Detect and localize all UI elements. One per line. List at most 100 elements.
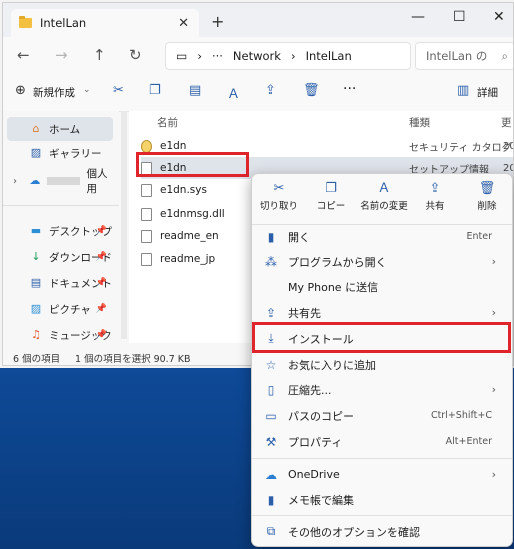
sidebar-item-onedrive[interactable]: › ☁ 個人用 xyxy=(7,168,113,195)
sidebar-item-desktop[interactable]: ▬ デスクトップ 📌 xyxy=(7,219,113,243)
search-icon: ⌕ xyxy=(501,48,508,63)
menu-cut-button[interactable]: ✂ 切り取り xyxy=(254,180,304,220)
menu-item-send-to-phone[interactable]: My Phone に送信 xyxy=(256,274,508,299)
close-button[interactable]: ✕ xyxy=(493,9,505,25)
file-name: e1dn.sys xyxy=(160,184,207,196)
shortcut-label: Ctrl+Shift+C xyxy=(430,410,492,421)
minimize-button[interactable]: — xyxy=(411,9,425,25)
cut-icon[interactable]: ✂ xyxy=(113,83,124,98)
back-arrow-icon[interactable]: ← xyxy=(17,46,30,64)
sidebar-item-music[interactable]: ♫ ミュージック 📌 xyxy=(7,323,113,347)
new-tab-button[interactable]: + xyxy=(211,12,224,31)
dll-file-icon xyxy=(141,207,152,221)
menu-item-add-favorite[interactable]: ☆ お気に入りに追加 xyxy=(256,352,508,377)
details-pane-icon[interactable]: ▥ xyxy=(457,83,469,98)
column-header-name[interactable]: 名前 xyxy=(157,115,178,130)
share-icon: ⇪ xyxy=(429,181,441,196)
star-icon: ☆ xyxy=(265,357,277,372)
menu-item-label: 共有先 xyxy=(288,306,321,320)
zip-icon: ▯ xyxy=(267,382,275,397)
sidebar-item-pictures[interactable]: ▨ ピクチャ 📌 xyxy=(7,297,113,321)
cut-icon: ✂ xyxy=(273,181,285,196)
onedrive-icon: ☁ xyxy=(29,174,41,187)
sidebar-item-home[interactable]: ⌂ ホーム xyxy=(7,117,113,141)
menu-delete-button[interactable]: 🗑 削除 xyxy=(462,180,512,220)
pin-icon: 📌 xyxy=(95,278,107,288)
desktop-icon: ▬ xyxy=(30,224,42,237)
address-separator: › xyxy=(290,49,296,63)
up-arrow-icon[interactable]: ↑ xyxy=(93,46,106,64)
chevron-right-icon: › xyxy=(491,383,496,396)
sidebar-item-downloads[interactable]: ↓ ダウンロード 📌 xyxy=(7,245,113,269)
sidebar-item-label: ギャラリー xyxy=(49,147,102,160)
menu-item-copy-path[interactable]: ▭ パスのコピー Ctrl+Shift+C xyxy=(256,403,508,428)
document-icon: ▤ xyxy=(30,276,42,289)
menu-item-more-options[interactable]: ⧉ その他のオプションを確認 xyxy=(256,519,508,544)
menu-item-label: プログラムから開く xyxy=(288,255,387,269)
folder-icon xyxy=(19,16,32,28)
menu-divider xyxy=(252,458,512,459)
copy-icon[interactable]: ❐ xyxy=(149,83,161,98)
command-bar: ⊕ 新規作成 ⌄ ✂ ❐ ▤ Ａ ⇪ 🗑 ··· ▥ 詳細 xyxy=(3,73,513,112)
more-options-icon: ⧉ xyxy=(266,524,276,538)
text-file-icon xyxy=(141,229,152,243)
share-icon[interactable]: ⇪ xyxy=(265,83,276,98)
address-more-icon[interactable]: ··· xyxy=(212,49,223,63)
column-header-modified[interactable]: 更 xyxy=(501,115,512,130)
menu-item-open-with[interactable]: ⁂ プログラムから開く › xyxy=(256,249,508,274)
file-type: セキュリティ カタログ xyxy=(409,142,512,154)
redacted-name xyxy=(46,177,81,185)
quick-action-label: 切り取り xyxy=(259,201,298,212)
sidebar-item-documents[interactable]: ▤ ドキュメント 📌 xyxy=(7,271,113,295)
sidebar-item-gallery[interactable]: ▨ ギャラリー xyxy=(7,141,113,165)
menu-share-button[interactable]: ⇪ 共有 xyxy=(410,180,460,220)
install-highlight xyxy=(252,322,511,353)
tab-close-icon[interactable]: ✕ xyxy=(178,16,189,31)
rename-icon[interactable]: Ａ xyxy=(227,83,240,102)
pin-icon: 📌 xyxy=(95,226,107,236)
column-header-type[interactable]: 種類 xyxy=(409,115,430,130)
file-name: readme_jp xyxy=(160,253,216,265)
tab-intellan[interactable]: IntelLan ✕ xyxy=(11,9,199,37)
more-options-icon[interactable]: ··· xyxy=(343,81,356,97)
details-button[interactable]: 詳細 xyxy=(477,85,498,100)
copy-path-icon: ▭ xyxy=(265,408,277,423)
menu-item-compress[interactable]: ▯ 圧縮先... › xyxy=(256,377,508,402)
menu-copy-button[interactable]: ❐ コピー xyxy=(306,180,356,220)
menu-item-label: 開く xyxy=(288,230,310,244)
breadcrumb-network[interactable]: Network xyxy=(233,49,281,63)
notepad-icon: ▮ xyxy=(267,492,275,507)
menu-item-label: OneDrive xyxy=(288,468,340,481)
context-menu: ✂ 切り取り ❐ コピー Ａ 名前の変更 ⇪ 共有 🗑 削除 ▮ 開く Ente… xyxy=(251,173,513,547)
quick-action-label: 削除 xyxy=(477,201,497,212)
menu-divider xyxy=(252,515,512,516)
maximize-button[interactable]: ☐ xyxy=(453,9,466,25)
file-modified: 20 xyxy=(503,162,513,174)
rename-icon: Ａ xyxy=(377,181,391,196)
breadcrumb-intellan[interactable]: IntelLan xyxy=(306,49,352,63)
sidebar-item-label: ピクチャ xyxy=(49,303,91,316)
menu-item-edit-notepad[interactable]: ▮ メモ帳で編集 xyxy=(256,487,508,512)
menu-item-open[interactable]: ▮ 開く Enter xyxy=(256,224,508,249)
delete-icon: 🗑 xyxy=(478,181,496,196)
paste-icon[interactable]: ▤ xyxy=(189,83,201,98)
refresh-icon[interactable]: ↻ xyxy=(129,46,142,64)
chevron-right-icon: › xyxy=(491,306,496,319)
delete-icon[interactable]: 🗑 xyxy=(303,83,320,98)
forward-arrow-icon[interactable]: → xyxy=(55,46,68,64)
menu-rename-button[interactable]: Ａ 名前の変更 xyxy=(356,180,412,220)
new-button[interactable]: 新規作成 xyxy=(33,85,75,100)
selected-file-highlight xyxy=(136,152,249,177)
search-box[interactable]: IntelLan の ⌕ xyxy=(415,42,513,70)
menu-item-properties[interactable]: ⚒ プロパティ Alt+Enter xyxy=(256,429,508,454)
menu-item-onedrive[interactable]: ☁ OneDrive › xyxy=(256,462,508,487)
chevron-down-icon: ⌄ xyxy=(83,85,91,95)
sidebar-scrollbar[interactable] xyxy=(121,111,127,339)
menu-item-label: お気に入りに追加 xyxy=(288,358,376,372)
computer-icon: ▭ xyxy=(176,49,188,63)
text-file-icon xyxy=(141,252,152,266)
wrench-icon: ⚒ xyxy=(265,434,277,449)
download-icon: ↓ xyxy=(31,250,41,263)
address-field[interactable]: ▭ › ··· Network › IntelLan xyxy=(165,42,411,70)
open-with-icon: ⁂ xyxy=(265,254,277,269)
